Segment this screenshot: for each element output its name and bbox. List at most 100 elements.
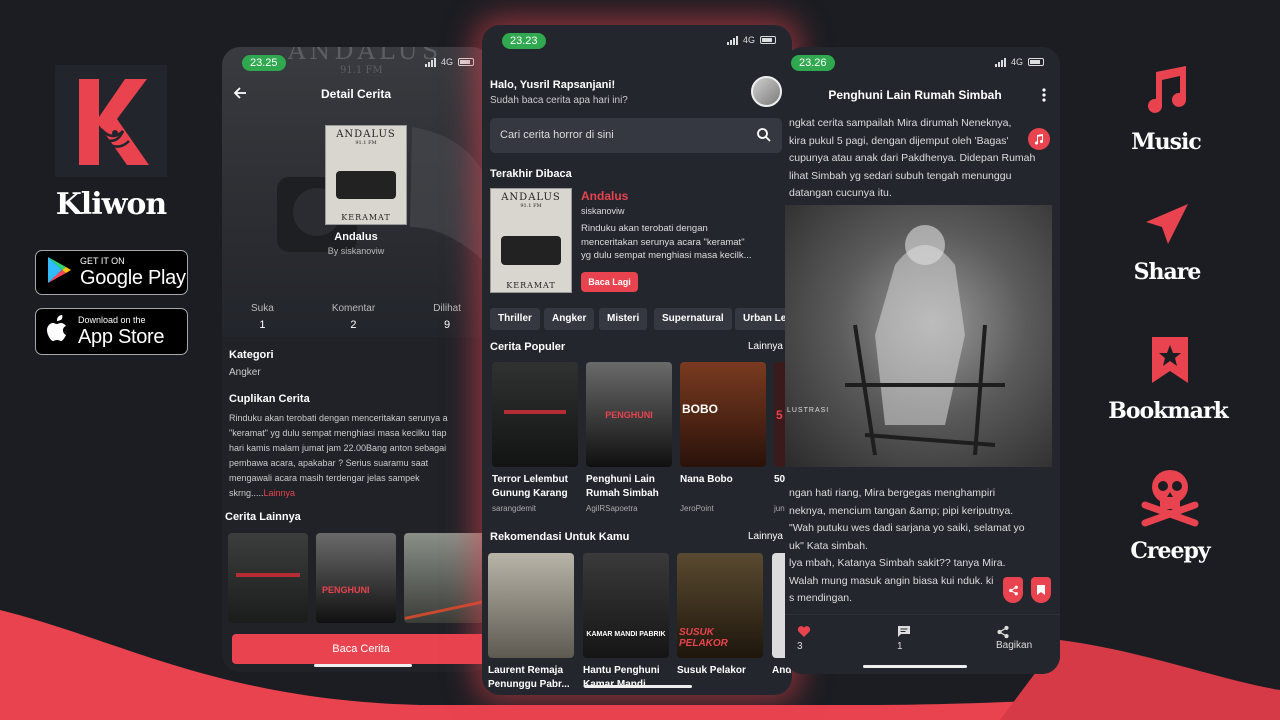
- book-cover: ANDALUS 91.1 FM KERAMAT: [325, 125, 407, 225]
- app-logo: [55, 65, 167, 177]
- other-story-thumb[interactable]: [228, 533, 308, 623]
- kategori-title: Kategori: [229, 349, 274, 361]
- share-label: Bagikan: [996, 640, 1033, 651]
- share-icon: [997, 625, 1009, 639]
- app-store-button[interactable]: Download on the App Store: [35, 308, 188, 355]
- stat-likes: Suka 1: [251, 303, 274, 331]
- comment-count: 1: [897, 641, 903, 652]
- home-indicator: [584, 685, 692, 688]
- chip-misteri[interactable]: Misteri: [599, 308, 648, 330]
- home-indicator: [863, 665, 967, 668]
- google-play-big: Google Play: [80, 267, 186, 289]
- like-count: 3: [797, 641, 803, 652]
- reco-title-3[interactable]: Susuk Pelakor: [677, 664, 746, 678]
- popular-more-link[interactable]: Lainnya: [748, 341, 783, 352]
- more-vert-icon[interactable]: [1039, 87, 1049, 103]
- story-illustration: LUSTRASI: [785, 205, 1052, 467]
- paper-plane-icon: [1146, 204, 1188, 244]
- popular-cover[interactable]: PENGHUNI: [586, 362, 672, 467]
- reco-title-1[interactable]: Laurent Remaja Penunggu Pabr...: [488, 664, 570, 692]
- status-time: 23.23: [502, 33, 546, 49]
- cerita-lainnya-title: Cerita Lainnya: [225, 511, 301, 523]
- bookmark-star-icon: [1152, 337, 1188, 383]
- google-play-icon: [46, 256, 72, 289]
- popular-title: Cerita Populer: [490, 341, 566, 353]
- chip-urban-legend[interactable]: Urban Leg: [735, 308, 792, 330]
- kategori-value: Angker: [229, 367, 261, 378]
- search-icon[interactable]: [756, 127, 772, 146]
- brand-block: Kliwon: [55, 65, 167, 222]
- feature-label-share: Share: [1133, 259, 1202, 285]
- chip-thriller[interactable]: Thriller: [490, 308, 540, 330]
- comment-button[interactable]: 1: [897, 625, 911, 652]
- popular-title-4[interactable]: 50: [774, 473, 785, 487]
- last-read-excerpt: Rinduku akan terobati dengan menceritaka…: [581, 223, 752, 261]
- sub-greeting: Sudah baca cerita apa hari ini?: [490, 95, 628, 106]
- other-story-thumb[interactable]: PENGHUNI: [316, 533, 396, 623]
- read-again-button[interactable]: Baca Lagi: [581, 272, 638, 292]
- reco-title: Rekomendasi Untuk Kamu: [490, 531, 630, 543]
- stat-comments: Komentar 2: [331, 303, 376, 331]
- status-time: 23.26: [791, 55, 835, 71]
- stat-views: Dilihat 9: [433, 303, 461, 331]
- header-title: Penghuni Lain Rumah Simbah: [828, 88, 1002, 102]
- reco-cover[interactable]: SUSUK PELAKOR: [677, 553, 763, 658]
- search-input[interactable]: Cari cerita horror di sini: [490, 118, 782, 153]
- skull-crossbones-icon: [1141, 470, 1199, 527]
- popular-title-3[interactable]: Nana Bobo: [680, 473, 733, 487]
- app-store-small: Download on the: [78, 315, 146, 325]
- feature-label-creepy: Creepy: [1130, 538, 1210, 564]
- story-text-top: ngkat cerita sampailah Mira dirumah Nene…: [789, 117, 1036, 199]
- search-placeholder: Cari cerita horror di sini: [500, 129, 614, 141]
- reco-cover[interactable]: [488, 553, 574, 658]
- google-play-button[interactable]: GET IT ON Google Play: [35, 250, 188, 295]
- header-title: Detail Cerita: [320, 87, 392, 101]
- heart-icon: [797, 626, 811, 637]
- last-read-title-text[interactable]: Andalus: [581, 189, 628, 203]
- apple-icon: [46, 315, 70, 348]
- share-float-button[interactable]: [1003, 577, 1023, 603]
- popular-cover[interactable]: [492, 362, 578, 467]
- popular-author-1: sarangdemit: [492, 504, 537, 513]
- bookmark-icon: [1037, 585, 1045, 595]
- avatar[interactable]: [751, 76, 782, 107]
- brand-name: Kliwon: [55, 187, 168, 222]
- status-time: 23.25: [242, 55, 286, 71]
- like-button[interactable]: 3: [797, 625, 811, 652]
- bookmark-float-button[interactable]: [1031, 577, 1051, 603]
- phone-detail-screen: ANDALUS 91.1 FM 23.25 4G Detail Cerita A…: [222, 47, 490, 672]
- cuplikan-text: Rinduku akan terobati dengan menceritaka…: [229, 413, 448, 498]
- share-icon: [1008, 585, 1018, 595]
- reco-cover[interactable]: KAMAR MANDI PABRIK: [583, 553, 669, 658]
- last-read-title: Terakhir Dibaca: [490, 168, 572, 180]
- music-note-icon: [1148, 66, 1186, 113]
- popular-author-3: JeroPoint: [680, 504, 714, 513]
- other-story-thumb[interactable]: [404, 533, 490, 623]
- book-author: By siskanoviw: [327, 246, 385, 256]
- feature-music: Music: [1096, 62, 1236, 155]
- read-story-button[interactable]: Baca Cerita: [232, 634, 490, 664]
- reco-more-link[interactable]: Lainnya: [748, 531, 783, 542]
- chip-supernatural[interactable]: Supernatural: [654, 308, 732, 330]
- status-icons: 4G: [726, 35, 776, 45]
- popular-cover[interactable]: BOBO: [680, 362, 766, 467]
- phone-home-screen: 23.23 4G Halo, Yusril Rapsanjani! Sudah …: [482, 25, 792, 695]
- feature-creepy: Creepy: [1100, 465, 1240, 564]
- share-button[interactable]: Bagikan: [996, 625, 1032, 651]
- feature-bookmark: Bookmark: [1100, 333, 1240, 424]
- chip-angker[interactable]: Angker: [544, 308, 595, 330]
- stats-row: Suka 1 Komentar 2 Dilihat 9: [222, 303, 490, 331]
- book-title: Andalus: [334, 231, 378, 243]
- popular-title-2[interactable]: Penghuni Lain Rumah Simbah: [586, 473, 659, 501]
- feature-share: Share: [1097, 200, 1237, 285]
- status-icons: 4G: [424, 57, 474, 67]
- last-read-author: siskanoviw: [581, 206, 625, 216]
- home-indicator: [314, 664, 412, 667]
- feature-label-bookmark: Bookmark: [1108, 398, 1229, 424]
- popular-author-2: AgilRSapoetra: [586, 504, 638, 513]
- cuplikan-more-link[interactable]: Lainnya: [264, 488, 296, 498]
- last-read-cover[interactable]: ANDALUS 91.1 FM KERAMAT: [490, 188, 572, 293]
- popular-title-1[interactable]: Terror Lelembut Gunung Karang: [492, 473, 568, 501]
- music-note-icon: [1034, 134, 1044, 145]
- music-fab[interactable]: [1028, 128, 1050, 150]
